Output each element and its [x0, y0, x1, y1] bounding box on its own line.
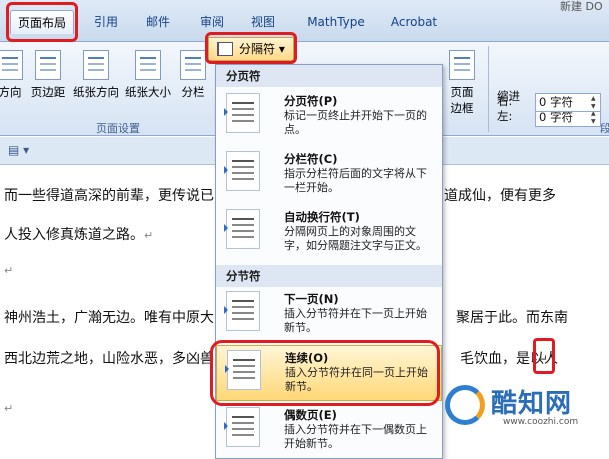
- menu-section-page-breaks: 分页符: [216, 65, 442, 87]
- menu-item-continuous[interactable]: 连续(O) 插入分节符并在同一页上开始新节。: [216, 345, 442, 401]
- text-direction-button[interactable]: 方向: [0, 50, 28, 100]
- watermark: 酷知网 www.coozhi.com: [445, 383, 605, 433]
- doc-line-4: 西北边荒之地，山险水恶，多凶兽: [4, 351, 214, 367]
- page-borders-label-2: 边框: [450, 101, 474, 115]
- doc-line-1b: 道成仙，便有更多: [444, 188, 556, 204]
- margins-button[interactable]: 页边距: [28, 50, 68, 100]
- page-borders-label-1: 页面: [450, 85, 474, 99]
- watermark-url: www.coozhi.com: [503, 417, 579, 427]
- menu-item-column-break[interactable]: 分栏符(C) 指示分栏符后面的文字将从下一栏开始。: [216, 147, 442, 207]
- ribbon-tab-bar: 页面布局 引用 邮件 审阅 视图 MathType Acrobat 新建 DO: [0, 0, 609, 42]
- separators-label: 分隔符: [239, 42, 276, 56]
- menu-item-title: 分栏符(C): [284, 152, 338, 166]
- menu-item-title: 下一页(N): [284, 292, 339, 306]
- doc-line-3: 神州浩土，广瀚无边。唯有中原大: [4, 310, 214, 326]
- menu-item-title: 连续(O): [285, 351, 329, 365]
- menu-item-title: 自动换行符(T): [284, 210, 360, 224]
- margins-label: 页边距: [30, 85, 66, 99]
- doc-line-2: 人投入修真炼道之路。↵: [4, 224, 153, 244]
- menu-section-section-breaks: 分节符: [216, 265, 442, 287]
- text-direction-label: 方向: [0, 85, 22, 99]
- menu-item-title: 分页符(P): [284, 94, 338, 108]
- page-size-icon: [135, 50, 161, 80]
- coozhi-logo-icon: [445, 385, 485, 425]
- watermark-name: 酷知网: [491, 389, 573, 419]
- window-title: 新建 DO: [560, 0, 603, 13]
- doc-line-2-text: 人投入修真炼道之路。: [4, 227, 144, 243]
- paragraph-mark-empty-2: ↵: [4, 402, 14, 415]
- indent-right-input[interactable]: 0 字符: [535, 93, 601, 112]
- section-break-mark: ↵: [538, 352, 549, 366]
- group-separator: [488, 46, 489, 132]
- text-direction-icon: [0, 50, 23, 80]
- orientation-label: 纸张方向: [73, 85, 119, 99]
- menu-item-desc: 插入分节符并在下一页上开始新节。: [284, 307, 427, 334]
- orientation-icon: [83, 50, 109, 80]
- menu-item-next-page[interactable]: 下一页(N) 插入分节符并在下一页上开始新节。: [216, 287, 442, 343]
- tab-mailings[interactable]: 邮件: [138, 10, 178, 34]
- menu-item-desc: 标记一页终止并开始下一页的点。: [284, 109, 427, 136]
- doc-line-3b: 聚居于此。而东南: [456, 310, 568, 326]
- columns-icon: [180, 50, 206, 80]
- page-break-icon: [224, 93, 260, 133]
- tab-view[interactable]: 视图: [243, 10, 283, 34]
- tab-acrobat[interactable]: Acrobat: [384, 10, 444, 34]
- group-label-page-setup: 页面设置: [96, 122, 140, 135]
- menu-item-desc: 分隔网页上的对象周围的文字，如分隔题注文字与正文。: [284, 225, 427, 252]
- paragraph-mark: ↵: [144, 229, 154, 242]
- doc-line-1: 而一些得道高深的前辈，更传说已: [4, 188, 214, 204]
- menu-item-page-break[interactable]: 分页符(P) 标记一页终止并开始下一页的点。: [216, 87, 442, 147]
- separators-dropdown-menu: 分页符 分页符(P) 标记一页终止并开始下一页的点。 分栏符(C) 指示分栏符后…: [215, 64, 443, 459]
- indent-right-label: 右:: [497, 94, 513, 108]
- menu-item-even-page[interactable]: 偶数页(E) 插入分节符并在下一偶数页上开始新节。: [216, 403, 442, 458]
- customize-toolbar-icon[interactable]: ▤ ▾: [8, 143, 29, 157]
- menu-item-desc: 插入分节符并在同一页上开始新节。: [285, 366, 428, 393]
- column-break-icon: [224, 151, 260, 191]
- tab-review[interactable]: 审阅: [192, 10, 232, 34]
- columns-button[interactable]: 分栏: [178, 50, 208, 100]
- columns-label: 分栏: [181, 85, 205, 99]
- orientation-button[interactable]: 纸张方向: [70, 50, 122, 100]
- margins-icon: [35, 50, 61, 80]
- page-borders-icon: [449, 50, 475, 80]
- tab-mathtype[interactable]: MathType: [296, 10, 376, 34]
- page-size-button[interactable]: 纸张大小: [122, 50, 174, 100]
- group-label-paragraph: 段: [600, 122, 609, 135]
- even-page-icon: [224, 407, 260, 447]
- paragraph-mark-empty: ↵: [4, 264, 14, 277]
- menu-item-desc: 插入分节符并在下一偶数页上开始新节。: [284, 423, 427, 450]
- next-page-icon: [224, 291, 260, 331]
- page-size-label: 纸张大小: [125, 85, 171, 99]
- tab-references[interactable]: 引用: [86, 10, 126, 34]
- separators-button[interactable]: 分隔符 ▾: [208, 37, 294, 61]
- text-wrapping-break-icon: [224, 209, 260, 249]
- menu-item-desc: 指示分栏符后面的文字将从下一栏开始。: [284, 167, 427, 194]
- page-break-icon: [217, 42, 233, 56]
- tab-page-layout[interactable]: 页面布局: [10, 10, 74, 34]
- menu-item-text-wrapping-break[interactable]: 自动换行符(T) 分隔网页上的对象周围的文字，如分隔题注文字与正文。: [216, 207, 442, 265]
- indent-right-row: 右: 0 字符: [497, 93, 601, 113]
- page-borders-button[interactable]: 页面 边框: [444, 50, 480, 116]
- continuous-icon: [225, 350, 261, 390]
- menu-item-title: 偶数页(E): [284, 408, 337, 422]
